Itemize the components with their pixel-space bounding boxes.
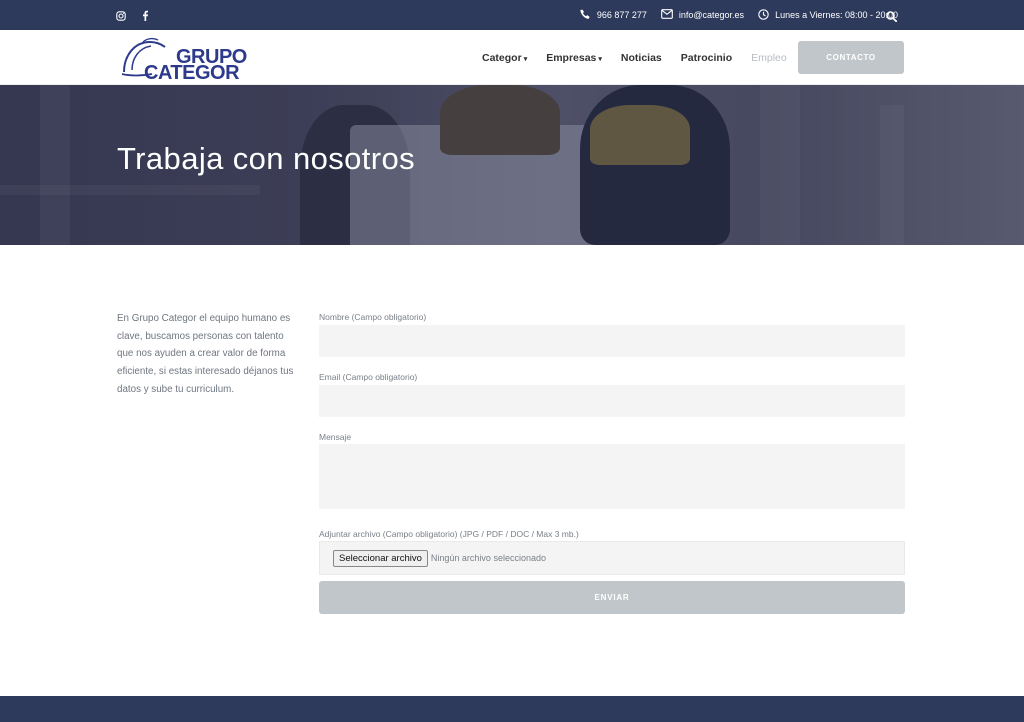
phone-icon [580,9,591,22]
footer [0,696,1024,722]
email-input[interactable] [319,385,905,417]
hero-banner: Trabaja con nosotros [0,85,1024,245]
file-upload: Seleccionar archivo Ningún archivo selec… [319,541,905,575]
select-file-button[interactable]: Seleccionar archivo [333,549,428,567]
submit-button[interactable]: ENVIAR [319,581,905,614]
envelope-icon [661,9,673,21]
social-links [116,8,150,21]
contact-info: 966 877 277 info@categor.es Lunes a Vier… [580,0,898,30]
chevron-down-icon: ▾ [598,55,602,63]
nav-item-categor[interactable]: Categor ▾ [482,52,527,64]
intro-text: En Grupo Categor el equipo humano es cla… [117,313,294,395]
email-address: info@categor.es [678,10,745,20]
message-label: Mensaje [319,432,352,442]
logo[interactable]: GRUPO CATEGOR [120,34,248,84]
facebook-icon[interactable] [140,8,150,21]
main-header: GRUPO CATEGOR Categor ▾ Empresas ▾ Noticia… [0,30,1024,85]
name-input[interactable] [319,325,905,357]
nav-item-patrocinio[interactable]: Patrocinio [681,52,732,64]
email-item[interactable]: info@categor.es [661,9,744,21]
hours-item: Lunes a Viernes: 08:00 - 20:00 [758,8,898,22]
phone-number: 966 877 277 [596,10,647,20]
nav-item-label: Categor [482,51,522,64]
opening-hours: Lunes a Viernes: 08:00 - 20:00 [775,10,898,20]
nav-item-noticias[interactable]: Noticias [621,52,662,64]
file-label: Adjuntar archivo (Campo obligatorio) (JP… [319,529,579,539]
main-nav: Categor ▾ Empresas ▾ Noticias Patrocinio E… [482,30,787,85]
chevron-down-icon: ▾ [523,55,528,63]
email-label: Email (Campo obligatorio) [319,372,418,382]
nav-item-label: Empresas [546,51,597,64]
top-bar: 966 877 277 info@categor.es Lunes a Vier… [0,0,1024,30]
instagram-icon[interactable] [116,8,126,21]
name-label: Nombre (Campo obligatorio) [319,312,427,322]
message-textarea[interactable] [319,444,905,509]
phone-item[interactable]: 966 877 277 [580,9,647,22]
contact-button[interactable]: CONTACTO [798,41,904,74]
page-title: Trabaja con nosotros [117,141,416,176]
clock-icon [758,8,769,22]
nav-item-empleo[interactable]: Empleo [751,52,787,64]
search-icon[interactable] [886,9,898,27]
logo-line2: CATEGOR [144,62,240,84]
file-status: Ningún archivo seleccionado [430,553,546,563]
nav-item-empresas[interactable]: Empresas ▾ [546,52,602,64]
